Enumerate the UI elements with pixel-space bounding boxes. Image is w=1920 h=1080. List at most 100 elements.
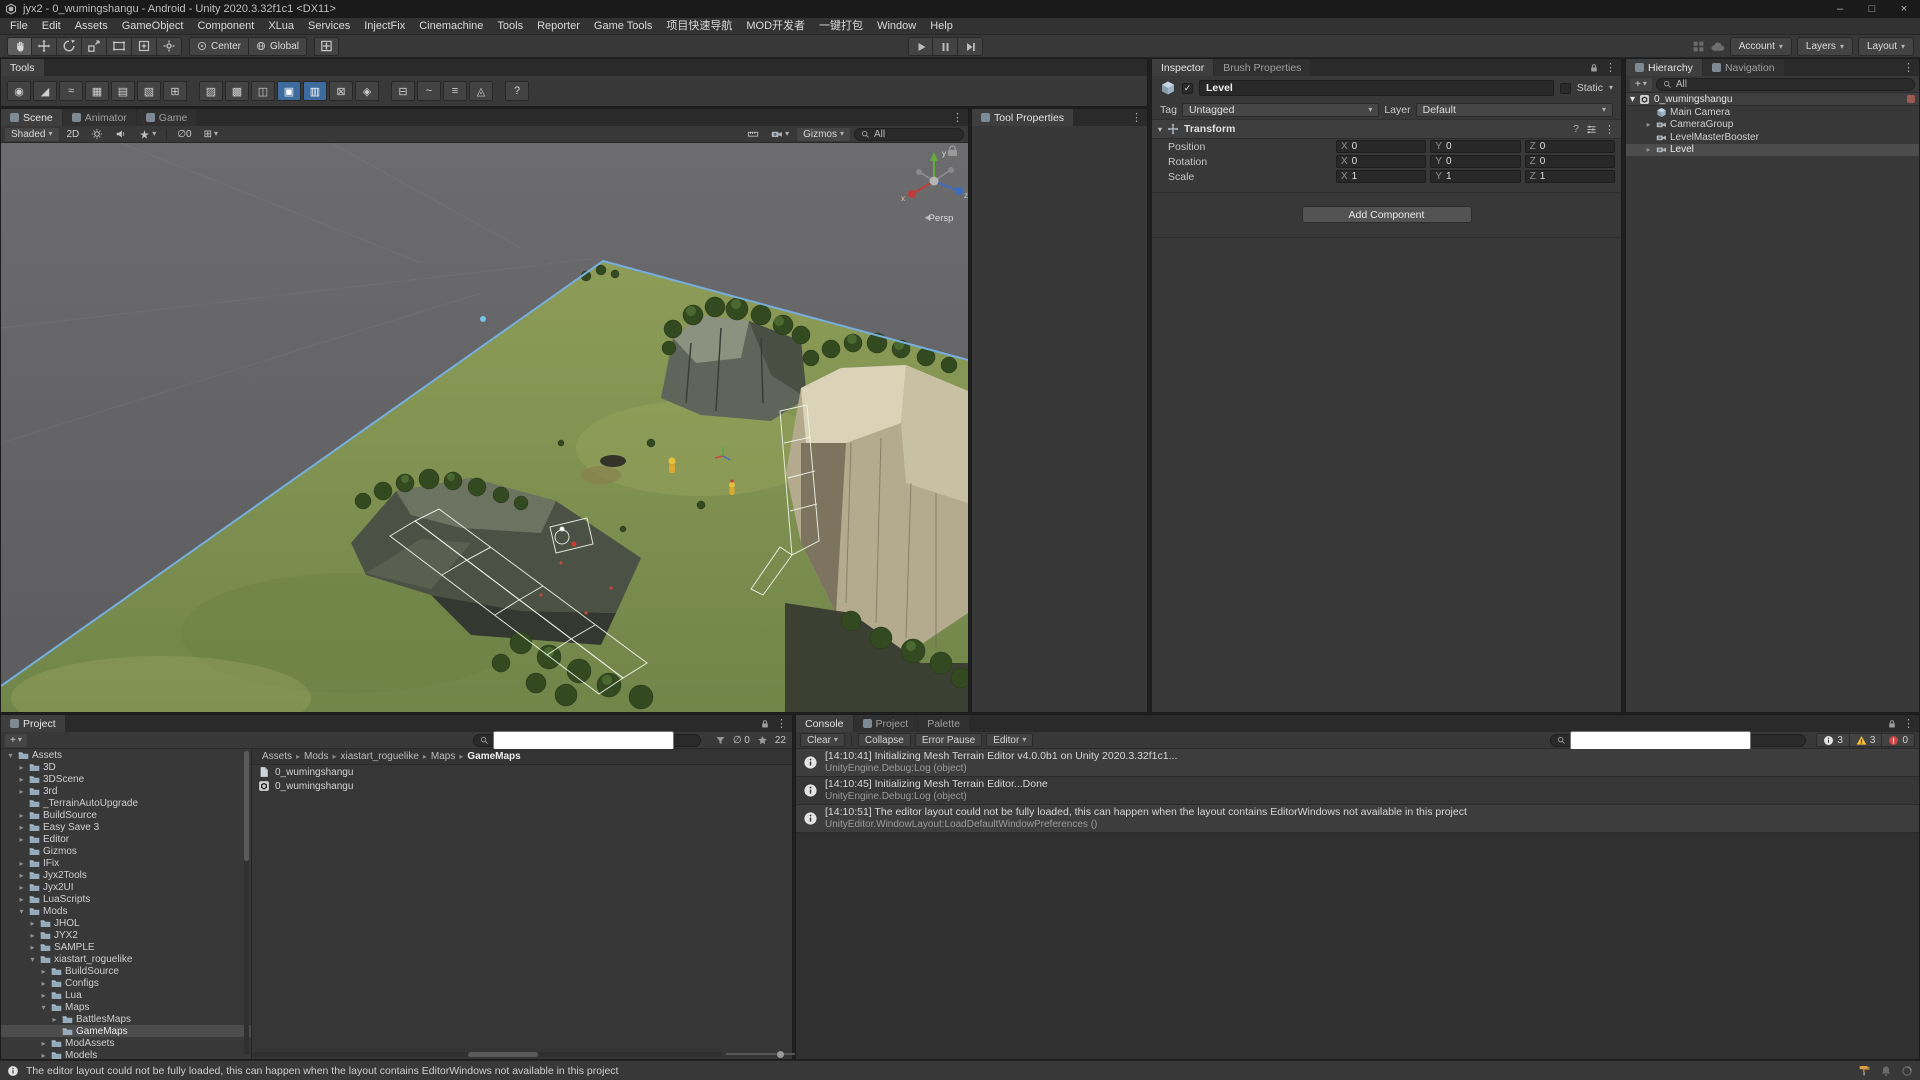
menu-item[interactable]: GameObject: [115, 18, 191, 35]
component-menu-icon[interactable]: ⋮: [1604, 123, 1615, 136]
slider-knob[interactable]: [777, 1050, 784, 1058]
minimize-button[interactable]: –: [1824, 0, 1856, 18]
breadcrumb-item[interactable]: xiastart_roguelike: [341, 751, 419, 762]
folder-tree-item[interactable]: ▾ xiastart_roguelike: [1, 953, 251, 965]
type-filter-icon[interactable]: [715, 735, 726, 746]
notifications-bell-icon[interactable]: [1880, 1065, 1892, 1077]
lock-icon[interactable]: [1887, 719, 1897, 729]
folder-tree-item[interactable]: ▾ Mods: [1, 905, 251, 917]
scene-header-row[interactable]: ▾ 0_wumingshangu: [1626, 93, 1919, 106]
pivot-toggle-button[interactable]: Center: [189, 36, 250, 56]
foldout-arrow-icon[interactable]: ▾: [1158, 125, 1162, 134]
close-button[interactable]: ×: [1888, 0, 1920, 18]
folder-tree-item[interactable]: ▸ Easy Save 3: [1, 821, 251, 833]
rotate-tool-button[interactable]: [57, 36, 82, 56]
expand-arrow-icon[interactable]: ▾: [17, 907, 26, 916]
favorites-star-icon[interactable]: [757, 735, 768, 746]
console-area-tab[interactable]: Palette: [918, 715, 969, 732]
folder-tree-item[interactable]: ▸ IFix: [1, 857, 251, 869]
transform-component-header[interactable]: ▾ Transform ? ⋮: [1152, 120, 1621, 139]
folder-tree-item[interactable]: ▸ BattlesMaps: [1, 1013, 251, 1025]
folder-tree-item[interactable]: ▸ Editor: [1, 833, 251, 845]
editor-dropdown[interactable]: Editor ▾: [986, 733, 1034, 747]
console-entry[interactable]: [14:10:45] Initializing Mesh Terrain Edi…: [796, 777, 1919, 805]
panel-menu-icon[interactable]: ⋮: [1605, 61, 1616, 74]
presets-icon[interactable]: [1586, 124, 1597, 135]
folder-tree-item[interactable]: _TerrainAutoUpgrade: [1, 797, 251, 809]
expand-arrow-icon[interactable]: ▸: [17, 823, 26, 832]
expand-arrow-icon[interactable]: ▸: [17, 811, 26, 820]
expand-arrow-icon[interactable]: ▸: [17, 895, 26, 904]
terrain-tool-button[interactable]: ▧: [137, 81, 161, 101]
menu-item[interactable]: Help: [923, 18, 960, 35]
scene-view-tab[interactable]: Game: [136, 109, 197, 126]
scrollbar-thumb[interactable]: [244, 751, 249, 861]
panel-menu-icon[interactable]: ⋮: [1131, 111, 1142, 124]
expand-arrow-icon[interactable]: ▸: [28, 931, 37, 940]
project-search-input[interactable]: [493, 730, 674, 750]
menu-item[interactable]: Assets: [68, 18, 115, 35]
menu-item[interactable]: File: [3, 18, 35, 35]
scene-viewport[interactable]: y x z ◄ Persp: [1, 143, 968, 712]
y-field[interactable]: Y0: [1430, 155, 1521, 168]
tag-dropdown[interactable]: Untagged ▾: [1181, 102, 1380, 117]
collapse-toggle[interactable]: Collapse: [857, 733, 911, 747]
file-row[interactable]: 0_wumingshangu: [252, 779, 792, 793]
terrain-tool-button[interactable]: ◫: [251, 81, 275, 101]
static-dropdown-icon[interactable]: ▾: [1609, 84, 1613, 92]
grid-visibility-dropdown[interactable]: ⊞ ▾: [200, 128, 222, 141]
titlebar[interactable]: jyx2 - 0_wumingshangu - Android - Unity …: [0, 0, 1920, 18]
folder-tree-item[interactable]: ▸ JYX2: [1, 929, 251, 941]
expand-arrow-icon[interactable]: ▸: [28, 943, 37, 952]
folder-tree-item[interactable]: ▸ Lua: [1, 989, 251, 1001]
file-row[interactable]: 0_wumingshangu: [252, 765, 792, 779]
gameobject-name-field[interactable]: Level: [1199, 80, 1554, 96]
y-field[interactable]: Y1: [1430, 170, 1521, 183]
layer-dropdown[interactable]: Default ▾: [1415, 102, 1614, 117]
light-probe-dot[interactable]: [480, 316, 486, 322]
folder-tree-item[interactable]: GameMaps: [1, 1025, 251, 1037]
hierarchy-item[interactable]: ▸ CameraGroup: [1626, 119, 1919, 132]
console-area-tab[interactable]: Console: [796, 715, 853, 732]
folder-tree-item[interactable]: Gizmos: [1, 845, 251, 857]
scene-status-icon[interactable]: [1907, 95, 1915, 103]
folder-tree-item[interactable]: ▸ Jyx2Tools: [1, 869, 251, 881]
terrain-tool-button[interactable]: ▥: [303, 81, 327, 101]
breadcrumb-item[interactable]: Assets: [262, 751, 292, 762]
foldout-arrow-icon[interactable]: ▾: [1630, 94, 1635, 105]
layers-dropdown[interactable]: Layers ▾: [1796, 37, 1853, 56]
console-search-field[interactable]: [1550, 730, 1807, 750]
menu-item[interactable]: Reporter: [530, 18, 587, 35]
rect-tool-button[interactable]: [107, 36, 132, 56]
icon-size-slider[interactable]: [726, 1050, 829, 1058]
x-field[interactable]: X1: [1336, 170, 1427, 183]
hierarchy-tab[interactable]: Navigation: [1702, 59, 1784, 76]
terrain-tool-button[interactable]: ◈: [355, 81, 379, 101]
terrain-tool-button[interactable]: ▦: [85, 81, 109, 101]
space-toggle-button[interactable]: Global: [249, 36, 307, 56]
expand-arrow-icon[interactable]: ▸: [39, 1051, 48, 1060]
hierarchy-item[interactable]: Main Camera: [1626, 106, 1919, 119]
inspector-tab[interactable]: Brush Properties: [1214, 59, 1311, 76]
hierarchy-tab[interactable]: Hierarchy: [1626, 59, 1702, 76]
custom-tool-button[interactable]: [157, 36, 182, 56]
lock-icon[interactable]: [760, 719, 770, 729]
menu-item[interactable]: 项目快速导航: [659, 18, 739, 35]
z-field[interactable]: Z1: [1524, 170, 1615, 183]
static-checkbox[interactable]: [1559, 82, 1571, 94]
folder-tree-item[interactable]: ▸ Configs: [1, 977, 251, 989]
shading-mode-dropdown[interactable]: Shaded ▾: [5, 127, 59, 141]
folder-tree-item[interactable]: ▾ Maps: [1, 1001, 251, 1013]
folder-tree-item[interactable]: ▸ Models: [1, 1049, 251, 1060]
hidden-count[interactable]: ∅ 0: [733, 735, 750, 746]
cloud-icon[interactable]: [1710, 39, 1725, 54]
scene-search-field[interactable]: All: [854, 127, 964, 141]
breadcrumb-item[interactable]: Maps: [431, 751, 455, 762]
2d-toggle[interactable]: 2D: [63, 128, 84, 141]
warning-filter-badge[interactable]: 3: [1849, 733, 1883, 747]
terrain-tool-button[interactable]: ⊞: [163, 81, 187, 101]
maximize-button[interactable]: □: [1856, 0, 1888, 18]
background-progress-icon[interactable]: [1901, 1065, 1913, 1077]
folder-tree-item[interactable]: ▸ 3D: [1, 761, 251, 773]
layout-dropdown[interactable]: Layout ▾: [1857, 37, 1914, 56]
